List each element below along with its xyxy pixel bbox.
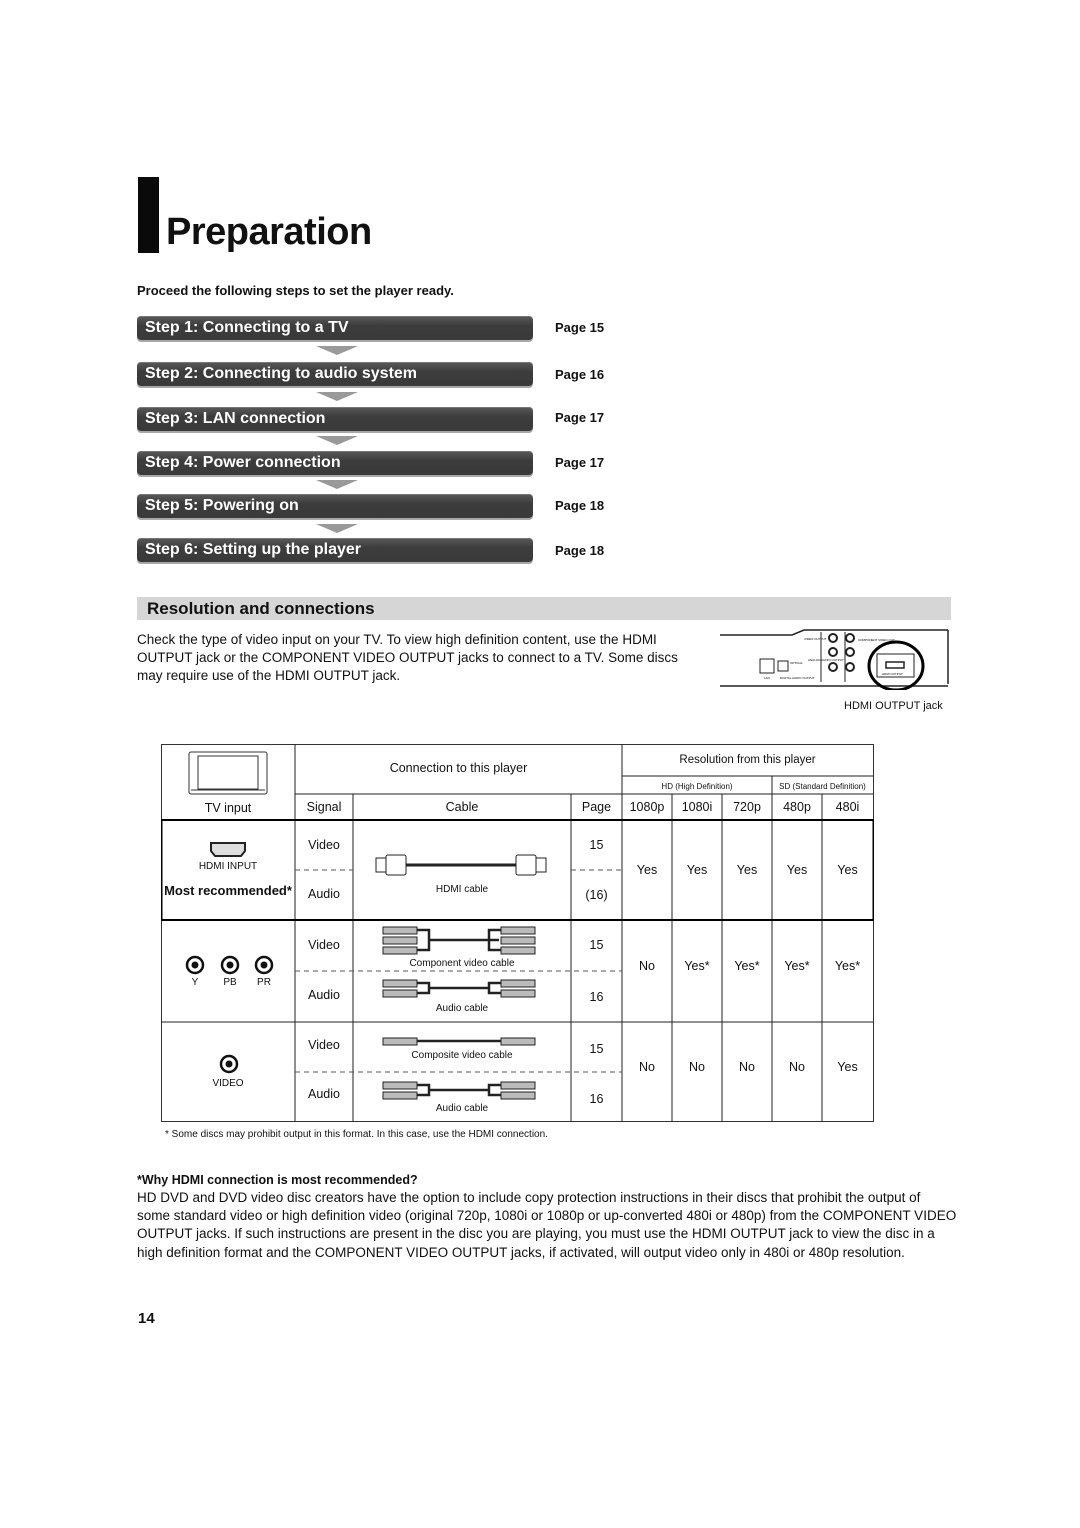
- value-cell: Yes: [837, 1060, 858, 1074]
- table-footnote: * Some discs may prohibit output in this…: [165, 1129, 548, 1140]
- section-description: Check the type of video input on your TV…: [137, 632, 678, 683]
- hdmi-output-label: HDMI OUTPUT: [882, 672, 903, 676]
- jack-label-y: Y: [191, 977, 199, 988]
- value-cell: Yes: [786, 863, 808, 877]
- value-cell: Yes*: [784, 959, 810, 973]
- optical-label: OPTICAL: [790, 661, 803, 665]
- value-cell: No: [639, 959, 655, 973]
- page-ref: 16: [589, 1092, 604, 1106]
- cable-label: HDMI cable: [435, 884, 489, 895]
- header-resolution: Resolution from this player: [679, 754, 816, 766]
- value-cell: Yes*: [734, 959, 760, 973]
- header-480p: 480p: [783, 800, 811, 814]
- header-hd-group: HD (High Definition): [661, 782, 733, 791]
- tv-icon: [188, 751, 268, 795]
- header-1080p: 1080p: [629, 800, 665, 814]
- intro-text: Proceed the following steps to set the p…: [137, 283, 454, 298]
- step-6: Step 6: Setting up the player: [137, 538, 533, 562]
- value-cell: Yes*: [834, 959, 861, 973]
- cable-label: Component video cable: [409, 958, 515, 969]
- page-number: 14: [138, 1310, 155, 1327]
- section-title: Resolution and connections: [147, 599, 375, 618]
- cable-label: Composite video cable: [411, 1050, 513, 1061]
- composite-jack-icon: [219, 1054, 239, 1074]
- arrow-down-icon: [316, 480, 358, 489]
- step-5-page: Page 18: [555, 498, 605, 513]
- header-720p: 720p: [733, 800, 761, 814]
- step-2-page: Page 16: [555, 367, 605, 382]
- header-sd-group: SD (Standard Definition): [779, 782, 866, 791]
- value-cell: Yes: [686, 863, 708, 877]
- header-connection: Connection to this player: [389, 761, 528, 775]
- value-cell: No: [739, 1060, 755, 1074]
- signal-audio: Audio: [308, 988, 340, 1002]
- step-3: Step 3: LAN connection: [137, 407, 533, 431]
- step-6-page: Page 18: [555, 543, 605, 558]
- value-cell: Yes: [736, 863, 758, 877]
- composite-cable-illustration: [382, 1037, 536, 1046]
- page-ref: 15: [589, 938, 604, 952]
- step-1: Step 1: Connecting to a TV: [137, 316, 533, 340]
- page-ref: 15: [589, 1042, 604, 1056]
- value-cell: Yes*: [684, 959, 710, 973]
- jack-label-pb: PB: [223, 977, 237, 988]
- title-bar-decoration: [138, 177, 159, 253]
- tv-input-label: HDMI INPUT: [198, 861, 258, 872]
- cable-label: Audio cable: [435, 1103, 489, 1114]
- player-rear-panel-illustration: VIDEO OUTPUT COMPONENT VIDEO OUT ANALOG …: [720, 628, 952, 692]
- why-hdmi-body: HD DVD and DVD video disc creators have …: [137, 1190, 957, 1260]
- cable-label: Audio cable: [435, 1003, 489, 1014]
- component-cable-illustration: [382, 926, 536, 955]
- value-cell: No: [689, 1060, 705, 1074]
- jack-caption: HDMI OUTPUT jack: [844, 700, 943, 712]
- value-cell: No: [789, 1060, 805, 1074]
- page-ref: 16: [589, 990, 604, 1004]
- arrow-down-icon: [316, 392, 358, 401]
- signal-video: Video: [308, 838, 340, 852]
- page-ref: (16): [585, 888, 608, 902]
- step-1-page: Page 15: [555, 320, 605, 335]
- analog-audio-label: ANALOG AUDIO OUTPUT: [808, 658, 844, 662]
- step-4: Step 4: Power connection: [137, 451, 533, 475]
- resolution-table: TV input Connection to this player Resol…: [161, 744, 874, 1122]
- hdmi-port-icon: [210, 842, 246, 857]
- step-4-page: Page 17: [555, 455, 605, 470]
- header-signal: Signal: [306, 800, 342, 814]
- value-cell: No: [639, 1060, 655, 1074]
- arrow-down-icon: [316, 524, 358, 533]
- value-cell: Yes: [636, 863, 658, 877]
- value-cell: Yes: [837, 863, 858, 877]
- header-tv-input: TV input: [204, 801, 252, 815]
- header-1080i: 1080i: [681, 800, 713, 814]
- video-output-label: VIDEO OUTPUT: [804, 637, 827, 641]
- audio-cable-illustration: [382, 1081, 536, 1100]
- header-page: Page: [581, 800, 612, 814]
- step-5: Step 5: Powering on: [137, 494, 533, 518]
- most-recommended-label: Most recommended*: [164, 883, 292, 898]
- tv-input-label: VIDEO: [212, 1078, 244, 1089]
- why-hdmi-title: *Why HDMI connection is most recommended…: [137, 1173, 418, 1187]
- header-480i: 480i: [835, 800, 860, 814]
- step-2: Step 2: Connecting to audio system: [137, 362, 533, 386]
- audio-cable-illustration: [382, 979, 536, 998]
- arrow-down-icon: [316, 436, 358, 445]
- component-jack-icons: [185, 955, 274, 975]
- hdmi-cable-illustration: [375, 854, 547, 876]
- signal-video: Video: [308, 1038, 340, 1052]
- page-title: Preparation: [166, 211, 372, 253]
- step-3-page: Page 17: [555, 410, 605, 425]
- digital-audio-label: DIGITAL AUDIO OUTPUT: [780, 676, 815, 680]
- arrow-down-icon: [316, 346, 358, 355]
- signal-audio: Audio: [308, 887, 340, 901]
- signal-audio: Audio: [308, 1087, 340, 1101]
- page-ref: 15: [589, 838, 604, 852]
- jack-label-pr: PR: [257, 977, 271, 988]
- header-cable: Cable: [445, 800, 479, 814]
- lan-label: LAN: [764, 676, 770, 680]
- signal-video: Video: [308, 938, 340, 952]
